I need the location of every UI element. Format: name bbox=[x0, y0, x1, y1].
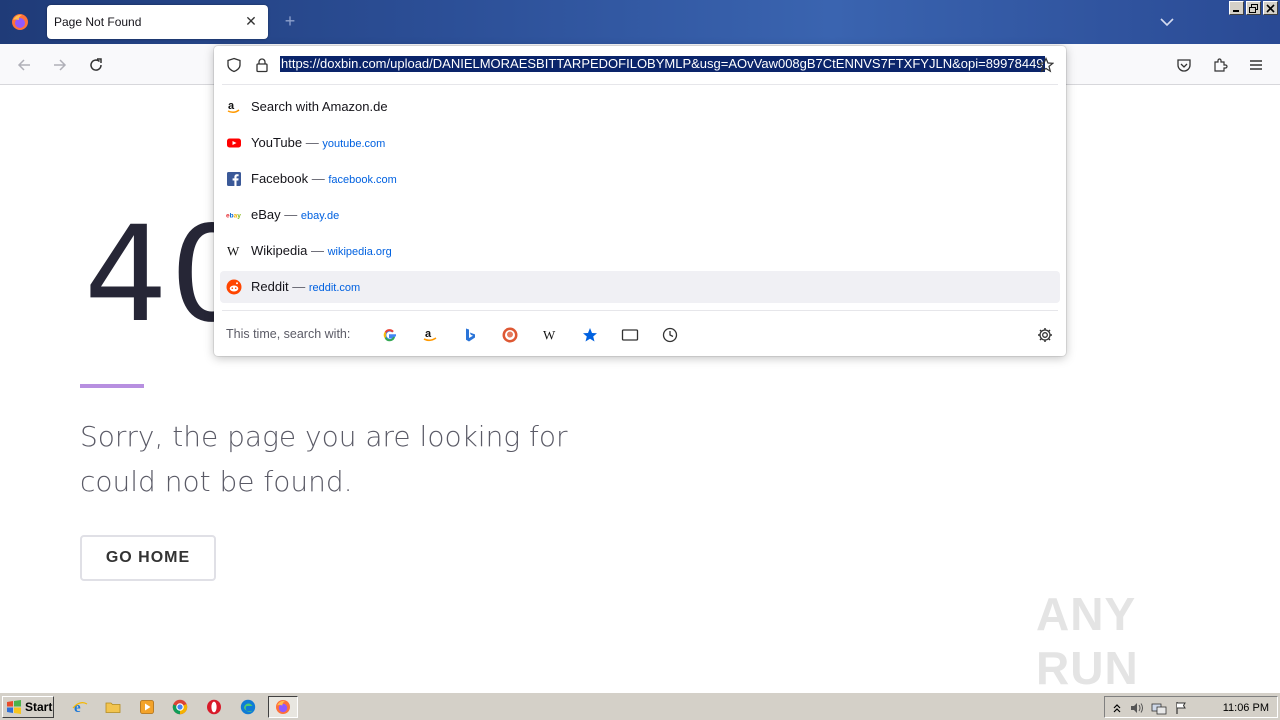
tabs-icon[interactable] bbox=[619, 324, 641, 346]
result-url: facebook.com bbox=[328, 174, 397, 186]
pocket-icon[interactable] bbox=[1174, 55, 1194, 75]
result-url: wikipedia.org bbox=[327, 246, 392, 258]
edge-icon[interactable] bbox=[238, 697, 258, 717]
result-title: Wikipedia bbox=[251, 243, 308, 258]
result-title: Reddit bbox=[251, 279, 289, 294]
ebay-icon: ebay bbox=[226, 207, 242, 223]
list-all-tabs-icon[interactable] bbox=[1158, 14, 1176, 30]
firefox-menu-icon[interactable] bbox=[0, 0, 40, 44]
result-title: Facebook bbox=[251, 171, 309, 186]
wikipedia-icon: W bbox=[226, 243, 242, 259]
lock-icon[interactable] bbox=[252, 55, 272, 75]
wikipedia-icon[interactable]: W bbox=[539, 324, 561, 346]
urlbar-dropdown: https://doxbin.com/upload/DANIELMORAESBI… bbox=[214, 46, 1066, 356]
error-message: Sorry, the page you are looking for coul… bbox=[80, 420, 568, 498]
result-youtube[interactable]: YouTube — youtube.com bbox=[220, 127, 1060, 159]
svg-text:W: W bbox=[227, 244, 240, 259]
search-settings-gear-icon[interactable] bbox=[1034, 324, 1056, 346]
svg-text:ebay: ebay bbox=[226, 213, 241, 220]
restore-icon[interactable] bbox=[1246, 1, 1261, 15]
reload-icon[interactable] bbox=[86, 55, 106, 75]
start-label: Start bbox=[25, 700, 53, 714]
duckduckgo-icon[interactable] bbox=[499, 324, 521, 346]
svg-text:e: e bbox=[74, 700, 81, 715]
tracking-shield-icon[interactable] bbox=[224, 55, 244, 75]
this-time-search-label: This time, search with: bbox=[226, 327, 351, 341]
system-tray: 11:06 PM bbox=[1104, 696, 1278, 718]
result-title: eBay bbox=[251, 207, 281, 222]
clock[interactable]: 11:06 PM bbox=[1223, 702, 1269, 714]
tab-close-icon[interactable]: ✕ bbox=[242, 12, 260, 30]
result-dash: — bbox=[302, 135, 323, 150]
internet-explorer-icon[interactable]: e bbox=[70, 697, 90, 717]
windows-taskbar: Start e 11:06 PM bbox=[0, 692, 1280, 720]
svg-text:W: W bbox=[543, 328, 556, 343]
watermark-text: ANY RUN bbox=[1036, 588, 1139, 694]
media-player-icon[interactable] bbox=[137, 697, 157, 717]
bing-icon[interactable] bbox=[459, 324, 481, 346]
new-tab-icon[interactable]: + bbox=[280, 11, 300, 31]
start-button[interactable]: Start bbox=[2, 696, 54, 718]
result-title: Search with Amazon.de bbox=[251, 99, 388, 114]
back-arrow-icon[interactable] bbox=[14, 55, 34, 75]
youtube-icon bbox=[226, 135, 242, 151]
show-hidden-icons-icon[interactable] bbox=[1109, 700, 1125, 716]
result-wikipedia[interactable]: W Wikipedia — wikipedia.org bbox=[220, 235, 1060, 267]
amazon-icon: a bbox=[226, 99, 242, 115]
result-title: YouTube bbox=[251, 135, 303, 150]
anyrun-watermark: ANY RUN bbox=[1036, 588, 1236, 694]
result-search-amazon[interactable]: a Search with Amazon.de bbox=[220, 91, 1060, 123]
result-dash: — bbox=[308, 171, 329, 186]
minimize-icon[interactable] bbox=[1229, 1, 1244, 15]
result-url: ebay.de bbox=[300, 210, 340, 222]
separator bbox=[222, 84, 1058, 85]
network-icon[interactable] bbox=[1151, 700, 1167, 716]
browser-titlebar: Page Not Found ✕ + bbox=[0, 0, 1280, 44]
tab-title: Page Not Found bbox=[54, 15, 142, 29]
result-reddit[interactable]: Reddit — reddit.com bbox=[220, 271, 1060, 303]
close-window-icon[interactable] bbox=[1263, 1, 1278, 15]
extensions-puzzle-icon[interactable] bbox=[1210, 55, 1230, 75]
reddit-icon bbox=[226, 279, 242, 295]
amazon-icon[interactable]: a bbox=[419, 324, 441, 346]
accent-divider bbox=[80, 384, 144, 388]
windows-logo-icon bbox=[7, 700, 21, 714]
hamburger-menu-icon[interactable] bbox=[1246, 55, 1266, 75]
facebook-icon bbox=[226, 171, 242, 187]
bookmark-star-icon[interactable] bbox=[1036, 55, 1056, 75]
google-icon[interactable] bbox=[379, 324, 401, 346]
file-explorer-icon[interactable] bbox=[103, 697, 123, 717]
svg-text:a: a bbox=[228, 100, 235, 112]
url-input[interactable]: https://doxbin.com/upload/DANIELMORAESBI… bbox=[280, 56, 1045, 72]
result-dash: — bbox=[307, 243, 328, 258]
volume-icon[interactable] bbox=[1129, 700, 1145, 716]
forward-arrow-icon[interactable] bbox=[50, 55, 70, 75]
result-facebook[interactable]: Facebook — facebook.com bbox=[220, 163, 1060, 195]
result-dash: — bbox=[280, 207, 301, 222]
chrome-icon[interactable] bbox=[170, 697, 190, 717]
result-url: reddit.com bbox=[308, 282, 361, 294]
separator bbox=[222, 310, 1058, 311]
taskbar-firefox-active[interactable] bbox=[268, 696, 298, 718]
tab-page-not-found[interactable]: Page Not Found ✕ bbox=[47, 5, 268, 39]
result-dash: — bbox=[288, 279, 309, 294]
urlbar[interactable]: https://doxbin.com/upload/DANIELMORAESBI… bbox=[214, 46, 1066, 84]
window-controls bbox=[1229, 1, 1278, 15]
opera-icon[interactable] bbox=[204, 697, 224, 717]
bookmarks-star-icon[interactable] bbox=[579, 324, 601, 346]
svg-text:a: a bbox=[425, 328, 432, 340]
history-clock-icon[interactable] bbox=[659, 324, 681, 346]
result-url: youtube.com bbox=[322, 138, 386, 150]
result-ebay[interactable]: ebay eBay — ebay.de bbox=[220, 199, 1060, 231]
firefox-icon bbox=[273, 697, 293, 717]
action-center-flag-icon[interactable] bbox=[1173, 700, 1189, 716]
go-home-button[interactable]: GO HOME bbox=[80, 535, 216, 581]
